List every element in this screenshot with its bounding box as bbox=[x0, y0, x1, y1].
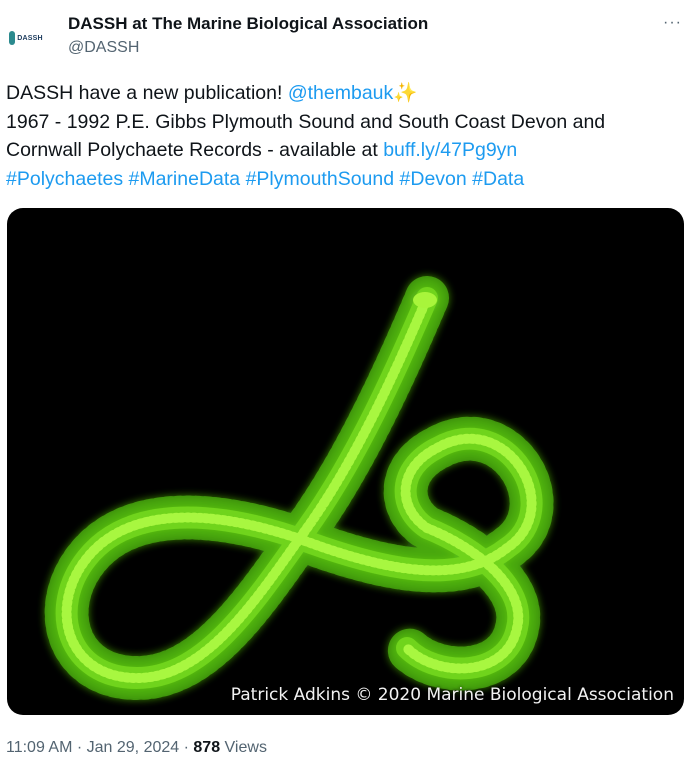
display-name[interactable]: DASSH at The Marine Biological Associati… bbox=[68, 14, 428, 34]
url-link[interactable]: buff.ly/47Pg9yn bbox=[383, 139, 517, 161]
avatar-label: DASSH bbox=[17, 34, 43, 42]
more-options-icon[interactable]: ··· bbox=[663, 14, 682, 32]
user-handle[interactable]: @DASSH bbox=[68, 39, 139, 57]
hashtag-link[interactable]: #Devon bbox=[400, 168, 467, 190]
views-label: Views bbox=[224, 739, 267, 756]
hashtag-link[interactable]: #Polychaetes bbox=[6, 168, 123, 190]
avatar[interactable]: DASSH bbox=[6, 18, 46, 58]
views-count: 878 bbox=[193, 739, 221, 756]
seahorse-icon bbox=[9, 31, 16, 45]
sparkle-emoji: ✨ bbox=[393, 82, 418, 104]
worm-illustration bbox=[44, 276, 554, 701]
hashtag-link[interactable]: #PlymouthSound bbox=[246, 168, 395, 190]
tweet-image[interactable]: Patrick Adkins © 2020 Marine Biological … bbox=[7, 208, 684, 715]
tweet-text-intro: DASSH have a new publication! bbox=[6, 82, 288, 104]
mention-link[interactable]: @thembauk bbox=[288, 82, 393, 104]
tweet-text: DASSH have a new publication! @thembauk✨… bbox=[6, 79, 666, 193]
image-credit: Patrick Adkins © 2020 Marine Biological … bbox=[230, 685, 674, 705]
hashtag-link[interactable]: #Data bbox=[472, 168, 524, 190]
tweet-date[interactable]: Jan 29, 2024 bbox=[87, 739, 180, 756]
tweet-meta: 11:09 AM · Jan 29, 2024 · 878 Views bbox=[6, 739, 267, 756]
tweet-time[interactable]: 11:09 AM bbox=[6, 739, 72, 756]
hashtag-link[interactable]: #MarineData bbox=[129, 168, 241, 190]
